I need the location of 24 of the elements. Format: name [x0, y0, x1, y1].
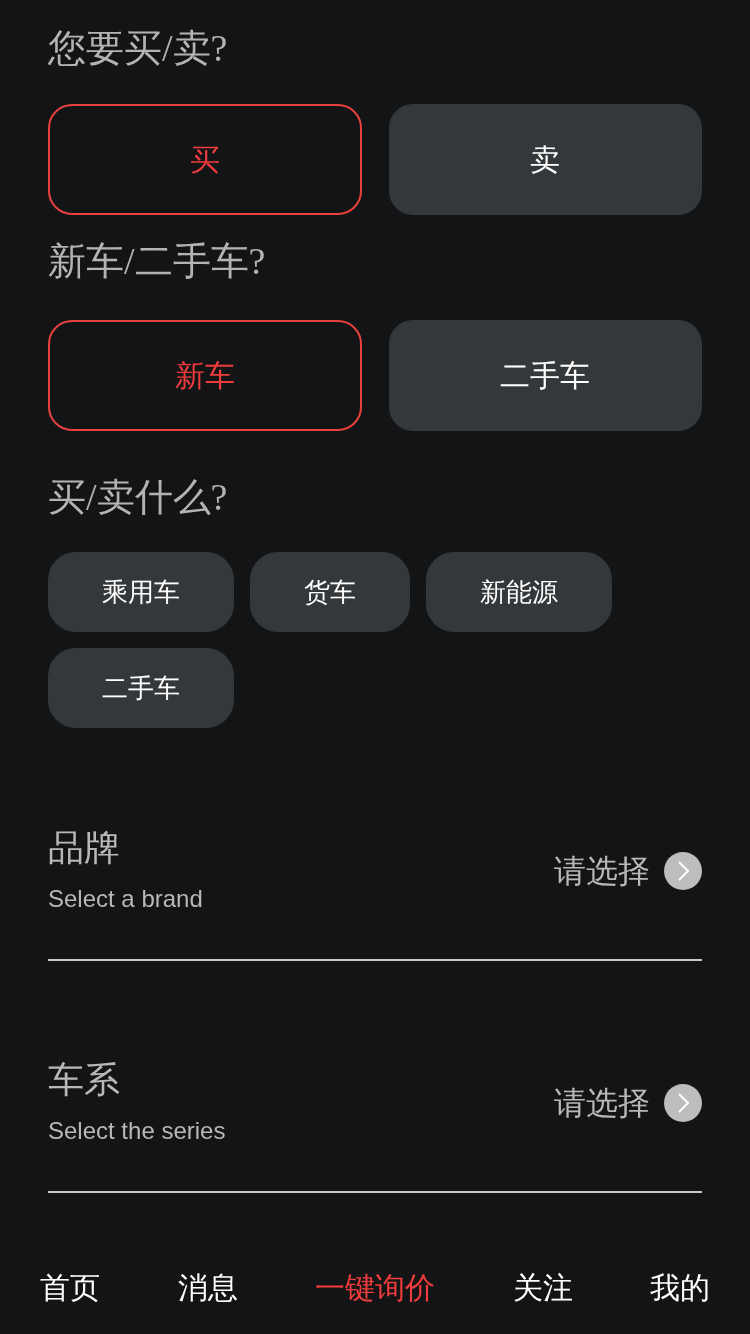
field-subtitle: Select a brand — [48, 884, 203, 914]
field-subtitle: Select the series — [48, 1116, 226, 1146]
category-chip[interactable]: 二手车 — [48, 648, 234, 728]
nav-tab[interactable]: 关注 — [512, 1268, 573, 1308]
question-heading: 您要买/卖? — [48, 26, 228, 71]
nav-tab[interactable]: 一键询价 — [315, 1268, 435, 1308]
chevron-right-icon[interactable] — [664, 851, 702, 890]
select-value[interactable]: 请选择 — [554, 1082, 650, 1123]
chevron-right-icon[interactable] — [664, 1083, 702, 1122]
nav-tab[interactable]: 消息 — [177, 1268, 238, 1308]
choice-button[interactable]: 二手车 — [388, 320, 702, 431]
choice-button[interactable]: 卖 — [388, 104, 702, 215]
category-chip[interactable]: 货车 — [250, 552, 410, 632]
question-heading: 买/卖什么? — [48, 475, 228, 520]
nav-tab[interactable]: 首页 — [40, 1268, 100, 1308]
category-chip[interactable]: 新能源 — [426, 552, 612, 632]
field-title: 品牌 — [48, 826, 120, 870]
question-heading: 新车/二手车? — [48, 239, 266, 284]
field-title: 车系 — [48, 1058, 120, 1102]
choice-button[interactable]: 买 — [48, 104, 362, 215]
nav-tab[interactable]: 我的 — [650, 1268, 710, 1308]
select-value[interactable]: 请选择 — [554, 850, 650, 891]
category-chip[interactable]: 乘用车 — [48, 552, 234, 632]
choice-button[interactable]: 新车 — [48, 320, 362, 431]
